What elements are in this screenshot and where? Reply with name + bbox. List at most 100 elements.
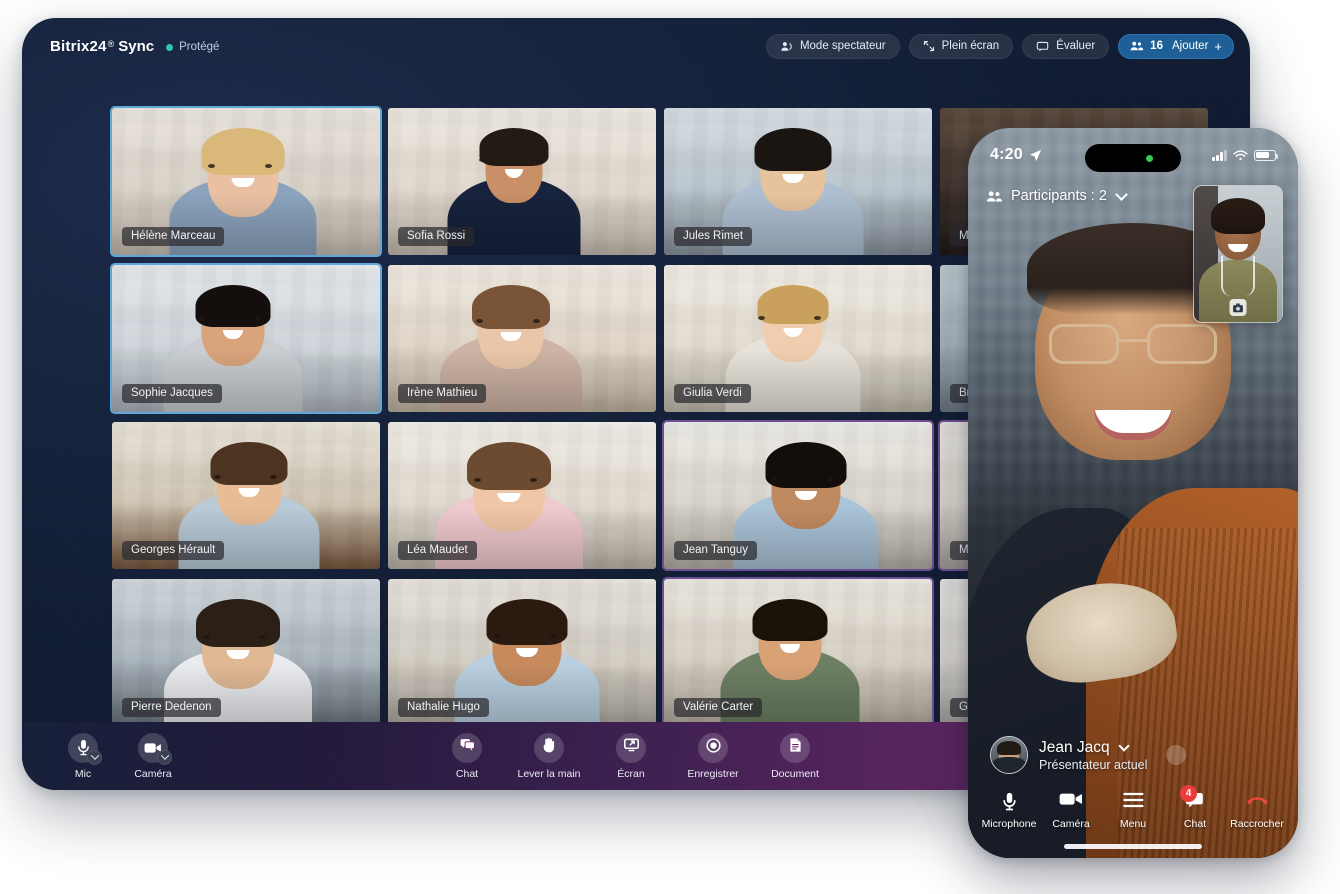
phone-tab-menu[interactable]: Menu [1104,792,1162,830]
phone-participants-label: Participants : 2 [1011,188,1107,204]
rate-label: Évaluer [1056,40,1096,52]
presenter-name: Jean Jacq [1039,738,1110,756]
participant-tile[interactable]: Giulia Verdi [662,263,934,414]
participant-tile[interactable]: Sophie Jacques [110,263,382,414]
brand-name-primary: Bitrix24 [50,37,107,55]
protected-label: Protégé [179,41,220,53]
chat-unread-badge: 4 [1180,785,1197,802]
add-label: Ajouter [1171,40,1209,52]
phone-tab-chat[interactable]: 4 Chat [1166,785,1224,830]
camera-label: Caméra [134,767,172,780]
media-controls: Mic Caméra [54,732,182,780]
phone-tab-microphone[interactable]: Microphone [980,792,1038,830]
record-icon-wrap [698,732,728,763]
phone-call-actions: Microphone Caméra Menu 4 Chat Raccrocher [968,784,1298,836]
participant-tile[interactable]: Irène Mathieu [386,263,658,414]
participant-name-label: Nathalie Hugo [398,698,489,717]
phone-tab-cam-ra[interactable]: Caméra [1042,792,1100,830]
document-icon [789,737,802,758]
recording-indicator-dot-icon [1145,154,1153,162]
document-button[interactable]: Document [766,732,824,780]
participant-name-label: Jules Rimet [674,227,753,246]
phone-tab-label: Menu [1119,818,1147,830]
chat-button[interactable]: Chat [438,732,496,780]
presenter-text-block: Jean Jacq Présentateur actuel [1039,739,1147,772]
control-label: Lever la main [517,767,581,780]
chat-bubble-icon: 4 [1180,785,1205,812]
participant-tile[interactable]: Jules Rimet [662,106,934,257]
participant-tile[interactable]: Jean Tanguy [662,420,934,571]
add-participants-button[interactable]: 16 Ajouter + [1118,33,1234,59]
meeting-actions: Chat Lever la main Écran Enregistrer Doc… [438,732,994,780]
participant-name-label: Irène Mathieu [398,384,487,403]
document-icon-wrap [780,732,810,763]
participant-name-label: Sofia Rossi [398,227,475,246]
participant-name-label: Hélène Marceau [122,227,225,246]
mic-dropdown-caret-icon[interactable] [87,749,102,765]
chat-icon [460,738,475,757]
fullscreen-label: Plein écran [941,40,1000,52]
dynamic-island [1085,144,1181,172]
fullscreen-button[interactable]: Plein écran [908,33,1014,59]
participant-tile[interactable]: Valérie Carter [662,577,934,728]
phone-tab-label: Raccrocher [1230,818,1284,830]
participant-name-label: Valérie Carter [674,698,763,717]
phone-participants-button[interactable]: Participants : 2 [986,187,1128,204]
phone-tab-label: Caméra [1052,818,1090,830]
phone-tab-label: Microphone [981,818,1037,830]
battery-icon [1254,149,1279,161]
spectator-icon [781,41,792,51]
location-arrow-icon [1029,149,1041,161]
phone-tab-raccrocher[interactable]: Raccrocher [1228,792,1286,830]
current-presenter-row[interactable]: Jean Jacq Présentateur actuel [968,726,1298,784]
participant-name-label: Léa Maudet [398,541,477,560]
participant-tile[interactable]: Georges Hérault [110,420,382,571]
mic-label: Mic [74,767,92,780]
avatar [990,736,1028,774]
hang-up-icon [1246,792,1269,812]
status-time-group: 4:20 [990,146,1042,164]
presenter-subtitle: Présentateur actuel [1039,757,1148,772]
lever-la-main-button[interactable]: Lever la main [517,732,581,780]
enregistrer-button[interactable]: Enregistrer [684,732,742,780]
participant-tile[interactable]: Léa Maudet [386,420,658,571]
spectator-mode-button[interactable]: Mode spectateur [765,33,900,59]
cran-button[interactable]: Écran [602,732,660,780]
participant-tile[interactable]: Nathalie Hugo [386,577,658,728]
screenshot-root: Bitrix24 ® Sync Protégé Mode spectateur [0,0,1340,894]
participants-icon [986,190,1002,202]
camera-button-circle [138,732,172,765]
control-label: Chat [455,767,479,780]
feedback-icon [1036,41,1049,51]
control-label: Document [771,767,819,780]
mic-button-circle [68,732,102,765]
mic-button[interactable]: Mic [54,732,112,780]
phone-device: 4:20 Participants: 2 Jean Jacq Présenta… [968,128,1298,858]
participant-name-label: Giulia Verdi [674,384,751,403]
participant-name-label: Jean Tanguy [674,541,758,560]
screen-share-icon [623,738,639,757]
rate-button[interactable]: Évaluer [1022,33,1110,59]
chevron-down-icon[interactable] [1118,740,1130,752]
camera-button[interactable]: Caméra [124,732,182,780]
phone-bottom-overlay: Jean Jacq Présentateur actuel Microphone… [968,726,1298,858]
control-label: Enregistrer [687,767,739,780]
protected-status: Protégé [166,41,219,53]
participant-name-label: Georges Hérault [122,541,225,560]
self-view-thumbnail[interactable] [1193,185,1283,323]
control-label: Écran [617,767,645,780]
participant-tile[interactable]: Pierre Dedenon [110,577,382,728]
status-time: 4:20 [990,146,1023,163]
participant-name-label: Pierre Dedenon [122,698,221,717]
participants-count: 16 [1150,40,1163,52]
presenter-mic-status-icon [1166,745,1187,765]
camera-flip-icon[interactable] [1229,299,1247,316]
fullscreen-icon [923,40,934,52]
participant-tile[interactable]: Hélène Marceau [110,106,382,257]
participant-name-label: Sophie Jacques [122,384,222,403]
screen-share-icon-wrap [616,732,646,763]
participant-tile[interactable]: Sofia Rossi [386,106,658,257]
microphone-icon [1002,792,1017,812]
camera-flip-glyph-icon [1233,303,1243,312]
camera-dropdown-caret-icon[interactable] [157,749,172,765]
